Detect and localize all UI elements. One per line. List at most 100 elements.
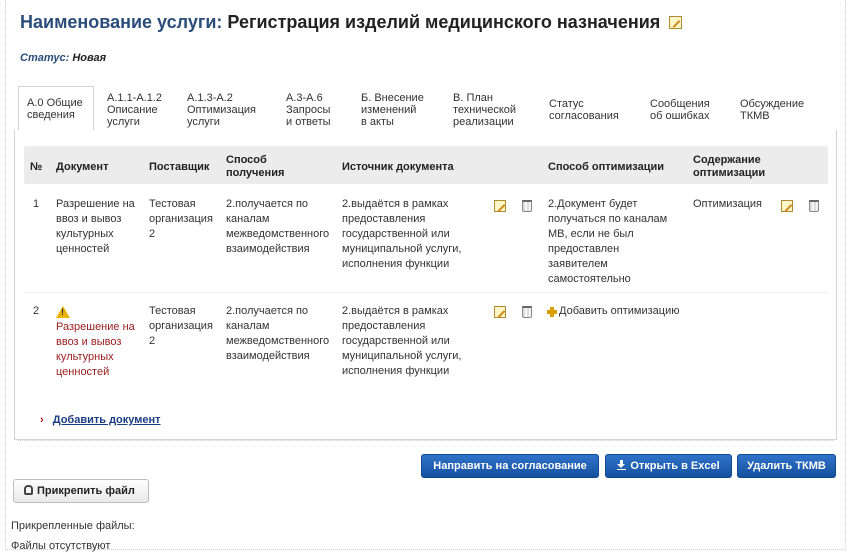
text-line: ценностей	[56, 243, 110, 255]
document-source: 2.выдаётся в рамках предоставления госуд…	[342, 197, 461, 272]
tab-error-messages[interactable]: Сообщения об ошибках	[650, 98, 710, 122]
service-name: Регистрация изделий медицинского назначе…	[227, 12, 661, 32]
document-source: 2.выдаётся в рамках предоставления госуд…	[342, 304, 461, 379]
no-files-text: Файлы отсутствуют	[11, 540, 111, 552]
col-header-opt-content: Содержание оптимизации	[693, 154, 765, 180]
tab-label: ТКМВ	[740, 110, 770, 122]
tab-label: реализации	[453, 116, 514, 128]
text-line: культурных	[56, 228, 114, 240]
col-header-opt-method: Способ оптимизации	[548, 161, 664, 173]
text-line: межведомственного	[226, 335, 330, 347]
row-divider	[24, 292, 828, 293]
tab-label: технической	[453, 104, 517, 116]
tab-tkmv-discussion[interactable]: Обсуждение ТКМВ	[740, 98, 804, 122]
tab-label: Описание	[107, 104, 158, 116]
row-number: 2	[33, 305, 40, 317]
text-line: 2.получается по	[226, 305, 309, 317]
text-line: исполнения функции	[342, 365, 450, 377]
tab-label: изменений	[361, 104, 417, 116]
text-line: межведомственного	[226, 228, 330, 240]
tab-service-optimization[interactable]: А.1.3-А.2 Оптимизация услуги	[187, 92, 256, 128]
add-document-link[interactable]: Добавить документ	[53, 414, 161, 426]
text-line: ценностей	[56, 366, 110, 378]
title-label: Наименование услуги:	[20, 12, 223, 32]
text-line: 2.Документ будет	[548, 198, 638, 210]
tab-label: Б. Внесение	[361, 92, 424, 104]
col-header-supplier: Поставщик	[149, 161, 210, 173]
text-line: культурных	[56, 351, 114, 363]
tab-label: Запросы	[286, 104, 331, 116]
button-label: Открыть в Excel	[630, 460, 720, 472]
tab-label: услуги	[187, 116, 220, 128]
row-number: 1	[33, 198, 40, 210]
add-icon[interactable]	[547, 307, 557, 317]
text-line: заявителем	[548, 258, 608, 270]
text-line: организация	[149, 213, 213, 225]
header-line: получения	[226, 167, 285, 179]
text-line: предоставления	[342, 213, 426, 225]
tab-label: А.0 Общие	[27, 97, 83, 109]
tab-general-info[interactable]: А.0 Общие сведения	[18, 86, 94, 130]
col-header-num: №	[30, 161, 43, 173]
tab-label: Статус	[549, 98, 584, 110]
button-label: Прикрепить файл	[37, 485, 135, 497]
warning-icon	[56, 306, 70, 318]
text-line: каналам	[226, 320, 270, 332]
edit-title-icon[interactable]	[669, 16, 683, 29]
edit-optimization-icon[interactable]	[781, 200, 793, 212]
panel-divider	[18, 440, 833, 441]
tab-label: В. План	[453, 92, 493, 104]
supplier-name: Тестовая организация 2	[149, 197, 213, 242]
text-line: взаимодействия	[226, 243, 310, 255]
tab-label: Сообщения	[650, 98, 710, 110]
header-line: Способ	[226, 154, 267, 166]
delete-tkmv-button[interactable]: Удалить ТКМВ	[737, 454, 836, 478]
document-name[interactable]: Разрешение на ввоз и вывоз культурных це…	[56, 320, 135, 380]
tab-label: в акты	[361, 116, 394, 128]
tab-acts-changes[interactable]: Б. Внесение изменений в акты	[361, 92, 424, 128]
status-label: Статус:	[20, 52, 70, 64]
delete-document-icon[interactable]	[522, 200, 532, 212]
header-line: оптимизации	[693, 167, 766, 179]
text-line: муниципальной услуги,	[342, 243, 462, 255]
tab-service-description[interactable]: А.1.1-А.1.2 Описание услуги	[107, 92, 162, 128]
text-line: 2.выдаётся в рамках	[342, 305, 449, 317]
add-optimization-link[interactable]: Добавить оптимизацию	[559, 304, 680, 319]
tab-label: услуги	[107, 116, 140, 128]
text-line: получаться по каналам	[548, 213, 668, 225]
header-line: Содержание	[693, 154, 761, 166]
edit-document-icon[interactable]	[494, 200, 506, 212]
optimization-method: 2.Документ будет получаться по каналам М…	[548, 197, 667, 287]
text-line: ввоз и вывоз	[56, 336, 122, 348]
status-line: Статус: Новая	[20, 52, 106, 64]
receipt-method: 2.получается по каналам межведомственног…	[226, 304, 329, 364]
receipt-method: 2.получается по каналам межведомственног…	[226, 197, 329, 257]
text-line: 2	[149, 335, 156, 347]
tab-approval-status[interactable]: Статус согласования	[549, 98, 619, 122]
text-line: предоставлен	[548, 243, 620, 255]
tab-label: и ответы	[286, 116, 331, 128]
download-icon	[617, 460, 627, 470]
tab-label: Обсуждение	[740, 98, 805, 110]
tab-tech-plan[interactable]: В. План технической реализации	[453, 92, 516, 128]
page-title: Наименование услуги: Регистрация изделий…	[20, 12, 683, 33]
text-line: самостоятельно	[548, 273, 631, 285]
text-line: ввоз и вывоз	[56, 213, 122, 225]
send-for-approval-button[interactable]: Направить на согласование	[421, 454, 599, 478]
delete-document-icon[interactable]	[522, 306, 532, 318]
attach-file-button[interactable]: Прикрепить файл	[13, 479, 149, 503]
text-line: предоставления	[342, 320, 426, 332]
edit-document-icon[interactable]	[494, 306, 506, 318]
col-header-method: Способ получения	[226, 154, 284, 180]
text-line: Тестовая	[149, 305, 196, 317]
chevron-right-icon: ›	[40, 414, 44, 426]
delete-optimization-icon[interactable]	[809, 200, 819, 212]
document-name[interactable]: Разрешение на ввоз и вывоз культурных це…	[56, 197, 135, 257]
text-line: исполнения функции	[342, 258, 450, 270]
tab-requests-responses[interactable]: А.3-А.6 Запросы и ответы	[286, 92, 331, 128]
text-line: МВ, если не был	[548, 228, 634, 240]
tab-bar: А.0 Общие сведения А.1.1-А.1.2 Описание …	[18, 86, 830, 130]
text-line: 2.выдаётся в рамках	[342, 198, 449, 210]
open-in-excel-button[interactable]: Открыть в Excel	[605, 454, 732, 478]
text-line: Разрешение на	[56, 198, 135, 210]
